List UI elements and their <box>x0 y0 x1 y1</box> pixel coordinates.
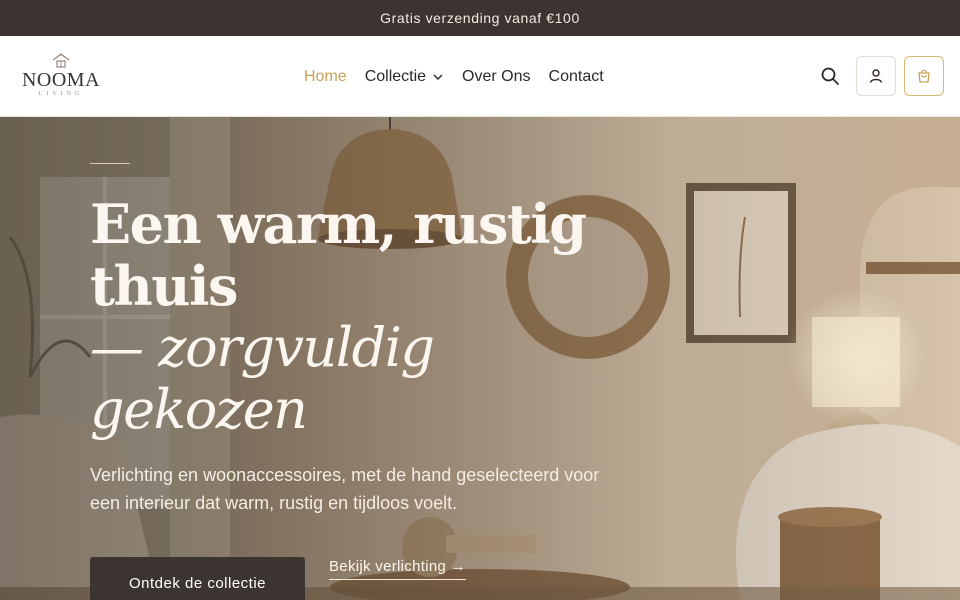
nav-item-contact[interactable]: Contact <box>549 68 604 86</box>
announcement-bar: Gratis verzending vanaf €100 <box>0 0 960 36</box>
nav-item-home[interactable]: Home <box>304 68 347 86</box>
brand-name: NOOMA <box>21 69 101 91</box>
house-logo-icon <box>52 53 70 68</box>
user-icon <box>869 69 883 83</box>
nav-item-label: Collectie <box>364 67 427 85</box>
nav-item-label: Home <box>304 67 347 85</box>
hero-title-emphasis: — zorgvuldig gekozen <box>90 316 435 441</box>
site-header: NOOMA LIVING Home Collectie Over Ons Con… <box>0 36 960 117</box>
search-icon <box>821 67 839 85</box>
brand-tagline: LIVING <box>38 91 84 97</box>
nav-item-label: Over Ons <box>462 67 531 85</box>
search-button[interactable] <box>814 57 846 95</box>
chevron-down-icon <box>432 73 444 81</box>
hero-description: Verlichting en woonaccessoires, met de h… <box>90 465 600 513</box>
nav-item-over-ons[interactable]: Over Ons <box>462 68 530 86</box>
hero-divider <box>90 163 130 164</box>
discover-collection-button[interactable]: Ontdek de collectie <box>90 557 305 600</box>
main-nav: Home Collectie Over Ons Contact <box>304 36 622 117</box>
hero-section: Een warm, rustig thuis — zorgvuldig geko… <box>0 117 960 600</box>
cart-button[interactable] <box>904 56 944 96</box>
hero-title: Een warm, rustig thuis <box>90 192 587 318</box>
brand-logo[interactable]: NOOMA LIVING <box>18 52 104 102</box>
account-button[interactable] <box>856 56 896 96</box>
shopping-bag-icon <box>918 69 930 83</box>
nav-item-label: Contact <box>548 67 604 85</box>
nav-item-collectie[interactable]: Collectie <box>365 68 444 86</box>
view-lighting-link[interactable]: Bekijk verlichting → <box>329 558 466 580</box>
announcement-text: Gratis verzending vanaf €100 <box>380 10 580 26</box>
